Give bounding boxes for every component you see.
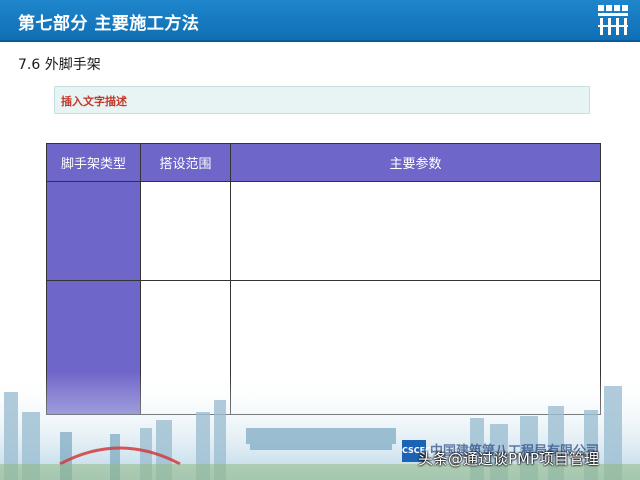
column-header-type: 脚手架类型 bbox=[47, 144, 141, 182]
description-box[interactable]: 插入文字描述 bbox=[54, 86, 590, 114]
section-heading: 7.6 外脚手架 bbox=[18, 54, 101, 74]
watermark-text: 头条@通过谈PMP项目管理 bbox=[418, 448, 599, 469]
table-cell-type[interactable] bbox=[47, 182, 141, 281]
table-cell-parameters[interactable] bbox=[231, 182, 601, 281]
column-header-range: 搭设范围 bbox=[141, 144, 231, 182]
table-header-row: 脚手架类型 搭设范围 主要参数 bbox=[47, 144, 601, 182]
table-cell-range[interactable] bbox=[141, 182, 231, 281]
description-placeholder: 插入文字描述 bbox=[61, 93, 127, 109]
table-row bbox=[47, 182, 601, 281]
page-title: 第七部分 主要施工方法 bbox=[18, 9, 199, 34]
column-header-parameters: 主要参数 bbox=[231, 144, 601, 182]
company-logo-icon bbox=[596, 3, 630, 37]
header-bar: 第七部分 主要施工方法 bbox=[0, 0, 640, 42]
